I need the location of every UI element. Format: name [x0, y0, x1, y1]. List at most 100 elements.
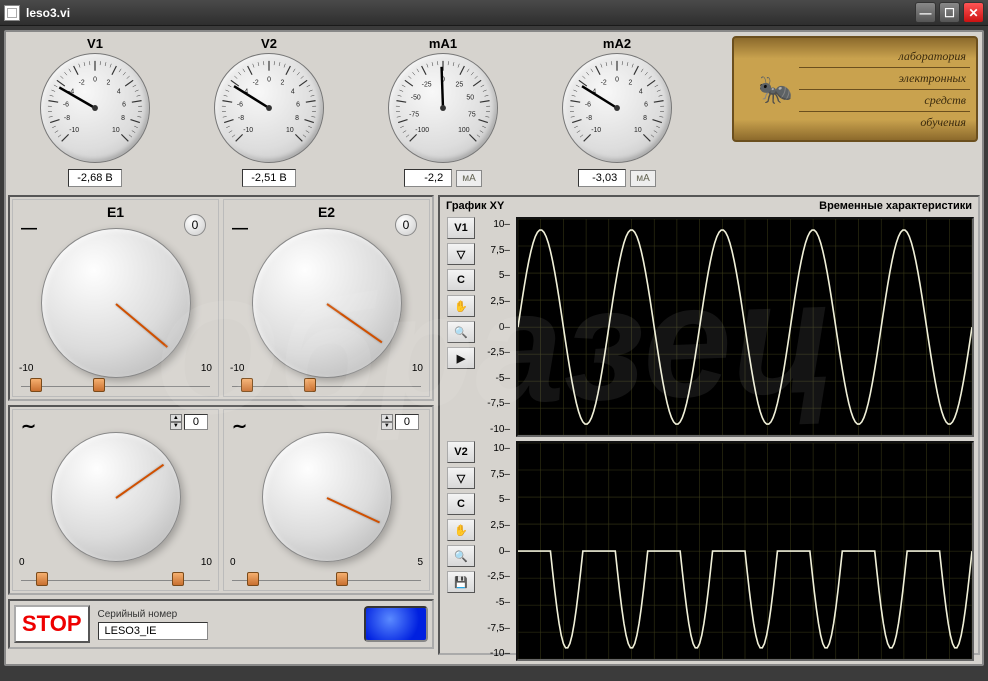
- svg-text:10: 10: [112, 127, 120, 134]
- range-slider[interactable]: [21, 378, 210, 392]
- spin-down-icon: ▼: [381, 422, 393, 430]
- svg-text:6: 6: [296, 101, 300, 108]
- svg-text:75: 75: [468, 112, 476, 119]
- spin-down-icon: ▼: [170, 422, 182, 430]
- channel-v2-button[interactable]: V2: [447, 441, 475, 463]
- gauge-dial: -10-8-6-4-20246810: [562, 53, 672, 163]
- sine-icon: ∼: [21, 416, 36, 437]
- graph-title-left: График XY: [446, 200, 504, 212]
- play-icon[interactable]: ▶: [447, 347, 475, 369]
- logo-line: лаборатория: [799, 46, 970, 68]
- spin-control[interactable]: ▲▼ 0: [381, 414, 419, 430]
- logo-line: обучения: [799, 112, 970, 133]
- logo-line: электронных: [799, 68, 970, 90]
- svg-text:-2: -2: [253, 80, 259, 87]
- stop-button[interactable]: STOP: [14, 605, 90, 643]
- scope-v2[interactable]: [516, 441, 974, 661]
- knob-e2[interactable]: [252, 228, 402, 378]
- save-icon[interactable]: 💾: [447, 571, 475, 593]
- gauge-dial: -10-8-6-4-20246810: [214, 53, 324, 163]
- svg-text:-6: -6: [63, 101, 69, 108]
- svg-text:-75: -75: [409, 112, 419, 119]
- svg-text:0: 0: [93, 76, 97, 83]
- svg-text:-25: -25: [422, 81, 432, 88]
- gauge-value: -2,2: [404, 169, 452, 187]
- clear-button[interactable]: С: [447, 269, 475, 291]
- close-button[interactable]: ✕: [963, 2, 984, 23]
- sine-icon: ∼: [232, 416, 247, 437]
- svg-text:8: 8: [295, 115, 299, 122]
- spin-up-icon: ▲: [381, 414, 393, 422]
- pan-icon[interactable]: ✋: [447, 295, 475, 317]
- svg-text:6: 6: [644, 101, 648, 108]
- zero-button[interactable]: 0: [395, 214, 417, 236]
- svg-text:-6: -6: [237, 101, 243, 108]
- maximize-button[interactable]: ☐: [939, 2, 960, 23]
- range-slider[interactable]: [232, 378, 421, 392]
- svg-text:10: 10: [634, 127, 642, 134]
- arrow-down-icon[interactable]: ▽: [447, 467, 475, 489]
- clear-button[interactable]: С: [447, 493, 475, 515]
- arrow-down-icon[interactable]: ▽: [447, 243, 475, 265]
- gauge-v2: V2 -10-8-6-4-20246810 -2,51 B: [184, 36, 354, 187]
- svg-text:2: 2: [628, 80, 632, 87]
- zero-button[interactable]: 0: [184, 214, 206, 236]
- gauge-ma1: mA1 -100-75-50-250255075100 -2,2 мА: [358, 36, 528, 187]
- knob-f1-cell: ∼ ▲▼ 0 010: [12, 409, 219, 591]
- svg-text:50: 50: [466, 95, 474, 102]
- gauge-label: V2: [261, 36, 277, 51]
- gauge-label: V1: [87, 36, 103, 51]
- knob-label: E1: [107, 204, 124, 220]
- minimize-button[interactable]: —: [915, 2, 936, 23]
- gauge-ma2: mA2 -10-8-6-4-20246810 -3,03 мА: [532, 36, 702, 187]
- status-row: STOP Серийный номер LESO3_IE: [8, 599, 434, 649]
- svg-text:-8: -8: [64, 115, 70, 122]
- pan-icon[interactable]: ✋: [447, 519, 475, 541]
- gauges-row: V1 -10-8-6-4-20246810 -2,68 B V2 -10-8-6…: [8, 34, 980, 189]
- title-bar: leso3.vi — ☐ ✕: [0, 0, 988, 26]
- app-icon: [4, 5, 20, 21]
- gauge-dial: -100-75-50-250255075100: [388, 53, 498, 163]
- knob-e1[interactable]: [41, 228, 191, 378]
- svg-text:-2: -2: [601, 80, 607, 87]
- zoom-icon[interactable]: 🔍: [447, 545, 475, 567]
- front-panel: V1 -10-8-6-4-20246810 -2,68 B V2 -10-8-6…: [4, 30, 984, 666]
- knob-f2-cell: ∼ ▲▼ 0 05: [223, 409, 430, 591]
- svg-text:4: 4: [291, 89, 295, 96]
- spin-control[interactable]: ▲▼ 0: [170, 414, 208, 430]
- knob-f1[interactable]: [51, 432, 181, 562]
- svg-text:-8: -8: [238, 115, 244, 122]
- graph-panel: График XY Временные характеристики V1 ▽ …: [438, 195, 980, 655]
- svg-text:-50: -50: [411, 95, 421, 102]
- svg-text:-10: -10: [69, 127, 79, 134]
- status-led: [364, 606, 428, 642]
- minus-icon: —: [232, 220, 248, 238]
- spin-up-icon: ▲: [170, 414, 182, 422]
- range-slider[interactable]: [21, 572, 210, 586]
- svg-text:2: 2: [106, 80, 110, 87]
- gauge-unit: мА: [630, 170, 656, 187]
- window-title: leso3.vi: [26, 6, 915, 20]
- graph-row-v2: V2 ▽ С ✋ 🔍 💾 10–7,5–5–2,5–0–-2,5–-5–-7,5…: [444, 441, 974, 661]
- channel-v1-button[interactable]: V1: [447, 217, 475, 239]
- serial-input[interactable]: LESO3_IE: [98, 622, 208, 640]
- scope-v1[interactable]: [516, 217, 974, 437]
- knob-panel-e: E1 — 0 -1010 E2 — 0 -1010: [8, 195, 434, 401]
- svg-text:4: 4: [639, 89, 643, 96]
- gauge-v1: V1 -10-8-6-4-20246810 -2,68 B: [10, 36, 180, 187]
- range-slider[interactable]: [232, 572, 421, 586]
- svg-text:0: 0: [267, 76, 271, 83]
- zoom-icon[interactable]: 🔍: [447, 321, 475, 343]
- knob-f2[interactable]: [262, 432, 392, 562]
- knob-e2-cell: E2 — 0 -1010: [223, 199, 430, 397]
- svg-text:6: 6: [122, 101, 126, 108]
- svg-text:4: 4: [117, 89, 121, 96]
- gauge-dial: -10-8-6-4-20246810: [40, 53, 150, 163]
- svg-text:-2: -2: [79, 80, 85, 87]
- svg-text:-6: -6: [585, 101, 591, 108]
- gauge-value: -2,51 B: [242, 169, 295, 187]
- graph-title-right: Временные характеристики: [819, 200, 972, 212]
- serial-label: Серийный номер: [98, 609, 208, 620]
- graph-row-v1: V1 ▽ С ✋ 🔍 ▶ 10–7,5–5–2,5–0–-2,5–-5–-7,5…: [444, 217, 974, 437]
- minus-icon: —: [21, 220, 37, 238]
